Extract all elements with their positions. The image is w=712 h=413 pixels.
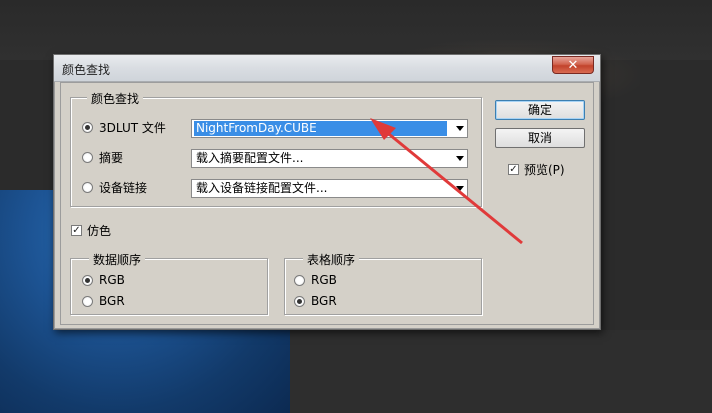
select-abstract-value: 载入摘要配置文件...	[196, 151, 304, 165]
radio-3dlut[interactable]: 3DLUT 文件	[82, 118, 166, 136]
dialog-client-area: 颜色查找 3DLUT 文件 NightFromDay.CUBE 摘要 载入摘要配…	[60, 82, 594, 325]
radio-3dlut-button[interactable]	[82, 121, 93, 133]
dither-label: 仿色	[87, 223, 112, 238]
select-3dlut-value: NightFromDay.CUBE	[194, 121, 447, 136]
select-3dlut-file[interactable]: NightFromDay.CUBE	[191, 119, 468, 138]
color-lookup-dialog: 颜色查找 ✕ 颜色查找 3DLUT 文件 NightFromDay.CUBE 摘…	[53, 54, 601, 330]
ok-button[interactable]: 确定	[495, 100, 585, 120]
dialog-titlebar: 颜色查找 ✕	[54, 55, 600, 82]
radio-abstract-button[interactable]	[82, 151, 93, 163]
radio-3dlut-label: 3DLUT 文件	[99, 120, 166, 135]
radio-device-link-label: 设备链接	[99, 180, 148, 195]
table-order-group: 表格顺序 RGB BGR	[284, 251, 482, 315]
radio-abstract-label: 摘要	[99, 150, 124, 165]
table-order-bgr-radio[interactable]	[294, 295, 305, 307]
table-order-bgr-label: BGR	[311, 294, 337, 308]
table-order-rgb[interactable]: RGB	[294, 271, 337, 289]
lookup-group: 颜色查找 3DLUT 文件 NightFromDay.CUBE 摘要 载入摘要配…	[70, 90, 482, 207]
chevron-down-icon[interactable]	[456, 186, 464, 191]
data-order-bgr-label: BGR	[99, 294, 125, 308]
preview-label: 预览(P)	[524, 162, 565, 177]
close-button[interactable]: ✕	[552, 56, 594, 74]
table-order-rgb-label: RGB	[311, 273, 337, 287]
data-order-group: 数据顺序 RGB BGR	[70, 251, 268, 315]
data-order-bgr[interactable]: BGR	[82, 292, 125, 310]
radio-device-link[interactable]: 设备链接	[82, 178, 147, 196]
cancel-button[interactable]: 取消	[495, 128, 585, 148]
chevron-down-icon[interactable]	[456, 156, 464, 161]
dither-checkbox-row[interactable]: ✓ 仿色	[71, 221, 111, 239]
table-order-rgb-radio[interactable]	[294, 274, 305, 286]
data-order-legend: 数据顺序	[89, 251, 146, 268]
select-device-link-value: 载入设备链接配置文件...	[196, 181, 328, 195]
dialog-title: 颜色查找	[62, 63, 111, 77]
data-order-rgb-radio[interactable]	[82, 274, 93, 286]
data-order-bgr-radio[interactable]	[82, 295, 93, 307]
radio-device-link-button[interactable]	[82, 181, 93, 193]
select-device-link-profile[interactable]: 载入设备链接配置文件...	[191, 179, 468, 198]
preview-checkbox[interactable]: ✓	[508, 163, 519, 175]
radio-abstract[interactable]: 摘要	[82, 148, 123, 166]
preview-checkbox-row[interactable]: ✓ 预览(P)	[508, 160, 565, 178]
data-order-rgb[interactable]: RGB	[82, 271, 125, 289]
close-icon: ✕	[567, 58, 579, 73]
table-order-bgr[interactable]: BGR	[294, 292, 337, 310]
dither-checkbox[interactable]: ✓	[71, 224, 82, 236]
chevron-down-icon[interactable]	[456, 126, 464, 131]
select-abstract-profile[interactable]: 载入摘要配置文件...	[191, 149, 468, 168]
background-dark-area	[290, 330, 712, 413]
lookup-group-legend: 颜色查找	[87, 90, 144, 107]
table-order-legend: 表格顺序	[303, 251, 360, 268]
data-order-rgb-label: RGB	[99, 273, 125, 287]
